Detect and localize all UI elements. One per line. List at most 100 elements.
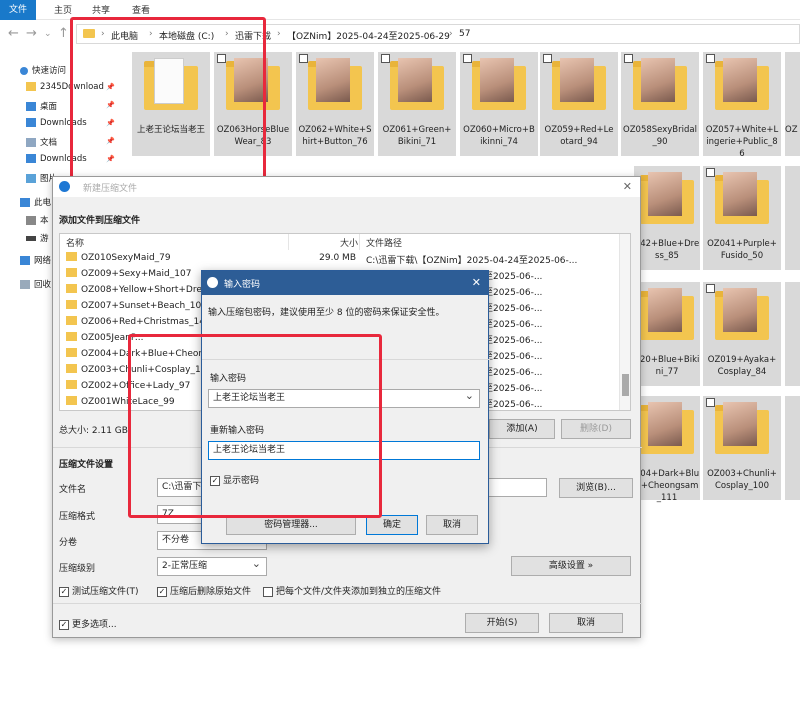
sidebar-item-network[interactable]: 网络 — [20, 254, 51, 266]
format-label: 压缩格式 — [59, 512, 96, 522]
tile-checkbox[interactable] — [706, 54, 715, 63]
tile-checkbox[interactable] — [299, 54, 308, 63]
folder-tile[interactable] — [785, 282, 800, 386]
folder-tile[interactable]: OZ041+Purple+Fusido_50 — [703, 166, 781, 270]
folder-thumbnail — [723, 58, 757, 102]
picture-icon — [26, 174, 36, 183]
folder-tile[interactable] — [785, 166, 800, 270]
delete-original-checkbox[interactable]: ✓ 压缩后删除原始文件 — [157, 584, 251, 597]
network-icon — [20, 256, 30, 265]
column-header-size[interactable]: 大小 — [340, 236, 358, 249]
scrollbar-thumb[interactable] — [622, 374, 629, 396]
forward-icon[interactable]: → — [26, 26, 37, 41]
folder-thumbnail — [316, 58, 350, 102]
tile-checkbox[interactable] — [706, 168, 715, 177]
app-icon — [207, 277, 218, 288]
folder-tile[interactable]: OZ — [785, 52, 800, 156]
back-icon[interactable]: ← — [8, 26, 19, 41]
test-archive-checkbox[interactable]: ✓ 测试压缩文件(T) — [59, 584, 139, 597]
chevron-down-icon[interactable]: ⌄ — [44, 29, 52, 39]
folder-tile[interactable]: OZ058SexyBridal_90 — [621, 52, 699, 156]
filename-label: 文件名 — [59, 485, 87, 495]
folder-thumbnail — [398, 58, 432, 102]
sidebar-item-this-pc[interactable]: 此电 — [20, 196, 51, 208]
file-row[interactable]: OZ010SexyMaid_79 29.0 MB C:\迅雷下载\【OZNim】20… — [66, 252, 616, 268]
advanced-settings-button[interactable]: 高级设置 » — [511, 556, 631, 576]
computer-icon — [20, 198, 30, 207]
download-icon — [26, 154, 36, 163]
folder-label: 004+Dark+Blue+Cheongsam_111 — [634, 469, 700, 503]
sidebar-item-recycle-bin[interactable]: 回收 — [20, 278, 51, 290]
close-icon[interactable]: ✕ — [623, 180, 632, 193]
folder-tile[interactable]: OZ061+Green+Bikini_71 — [378, 52, 456, 156]
sidebar-item-game[interactable]: 游 — [26, 232, 49, 244]
desktop-icon — [26, 102, 36, 111]
folder-icon — [66, 284, 77, 293]
vertical-scrollbar[interactable] — [619, 234, 630, 410]
folder-tile[interactable]: OZ060+Micro+Bikinni_74 — [460, 52, 538, 156]
level-label: 压缩级别 — [59, 564, 96, 574]
tile-checkbox[interactable] — [543, 54, 552, 63]
folder-icon — [66, 380, 77, 389]
folder-tile[interactable] — [785, 396, 800, 500]
delete-button[interactable]: 删除(D) — [561, 419, 631, 439]
cancel-button[interactable]: 取消 — [549, 613, 623, 633]
folder-tile[interactable]: OZ003+Chunli+Cosplay_100 — [703, 396, 781, 500]
folder-tile[interactable]: OZ019+Ayaka+Cosplay_84 — [703, 282, 781, 386]
sidebar-item-drive[interactable]: 本 — [26, 214, 49, 226]
add-button[interactable]: 添加(A) — [489, 419, 555, 439]
section-header: 添加文件到压缩文件 — [59, 216, 141, 226]
folder-icon — [66, 348, 77, 357]
folder-tile[interactable]: OZ059+Red+Leotard_94 — [540, 52, 618, 156]
sidebar-item-documents[interactable]: 文档 — [26, 136, 57, 148]
folder-label: 042+Blue+Dress_85 — [634, 239, 700, 261]
tab-share[interactable]: 共享 — [92, 3, 110, 16]
tile-checkbox[interactable] — [706, 284, 715, 293]
browse-button[interactable]: 浏览(B)... — [559, 478, 633, 498]
cancel-button[interactable]: 取消 — [426, 515, 478, 535]
ok-button[interactable]: 确定 — [366, 515, 418, 535]
download-icon — [26, 118, 36, 127]
close-icon[interactable]: ✕ — [472, 276, 481, 289]
breadcrumb-oznim[interactable]: 【OZNim】2025-04-24至2025-06-29 — [287, 29, 450, 42]
sidebar-item-desktop[interactable]: 桌面 — [26, 100, 57, 112]
folder-thumbnail — [560, 58, 594, 102]
folder-label: OZ060+Micro+Bikinni_74 — [463, 125, 535, 147]
tab-home[interactable]: 主页 — [54, 3, 72, 16]
drive-icon — [26, 236, 36, 241]
tab-view[interactable]: 查看 — [132, 3, 150, 16]
highlight-box — [70, 17, 266, 187]
column-header-name[interactable]: 名称 — [66, 236, 84, 249]
up-icon[interactable]: ↑ — [58, 26, 69, 41]
tile-checkbox[interactable] — [624, 54, 633, 63]
checkbox-checked-icon: ✓ — [59, 619, 69, 630]
tile-checkbox[interactable] — [706, 398, 715, 407]
app-icon — [59, 181, 70, 192]
tile-checkbox[interactable] — [381, 54, 390, 63]
dialog-titlebar: 输入密码 ✕ — [202, 271, 488, 295]
sidebar-item-quick-access[interactable]: 快速访问 — [20, 64, 66, 76]
tab-file[interactable]: 文件 — [0, 0, 36, 20]
column-header-path[interactable]: 文件路径 — [366, 236, 402, 249]
tile-checkbox[interactable] — [463, 54, 472, 63]
start-button[interactable]: 开始(S) — [465, 613, 539, 633]
folder-thumbnail — [723, 402, 757, 446]
folder-icon — [66, 364, 77, 373]
dialog-title: 新建压缩文件 — [83, 184, 138, 194]
folder-tile[interactable]: 020+Blue+Bikini_77 — [634, 282, 700, 386]
folder-tile[interactable]: OZ057+White+Lingerie+Public_86 — [703, 52, 781, 159]
folder-label: OZ057+White+Lingerie+Public_86 — [705, 125, 779, 159]
highlight-box — [128, 334, 382, 518]
folder-tile[interactable]: 004+Dark+Blue+Cheongsam_111 — [634, 396, 700, 503]
dialog-titlebar: 新建压缩文件 ✕ — [53, 177, 640, 197]
folder-tile[interactable]: OZ062+White+Shirt+Button_76 — [296, 52, 374, 156]
more-options-checkbox[interactable]: ✓ 更多选项... — [59, 617, 117, 630]
level-select[interactable]: 2-正常压缩 — [157, 557, 267, 576]
separate-archives-checkbox[interactable]: 把每个文件/文件夹添加到独立的压缩文件 — [263, 584, 441, 597]
folder-thumbnail — [723, 172, 757, 216]
folder-tile[interactable]: 042+Blue+Dress_85 — [634, 166, 700, 270]
breadcrumb-57[interactable]: 57 — [459, 29, 470, 39]
folder-thumbnail — [480, 58, 514, 102]
password-manager-button[interactable]: 密码管理器... — [226, 515, 356, 535]
folder-icon — [66, 300, 77, 309]
